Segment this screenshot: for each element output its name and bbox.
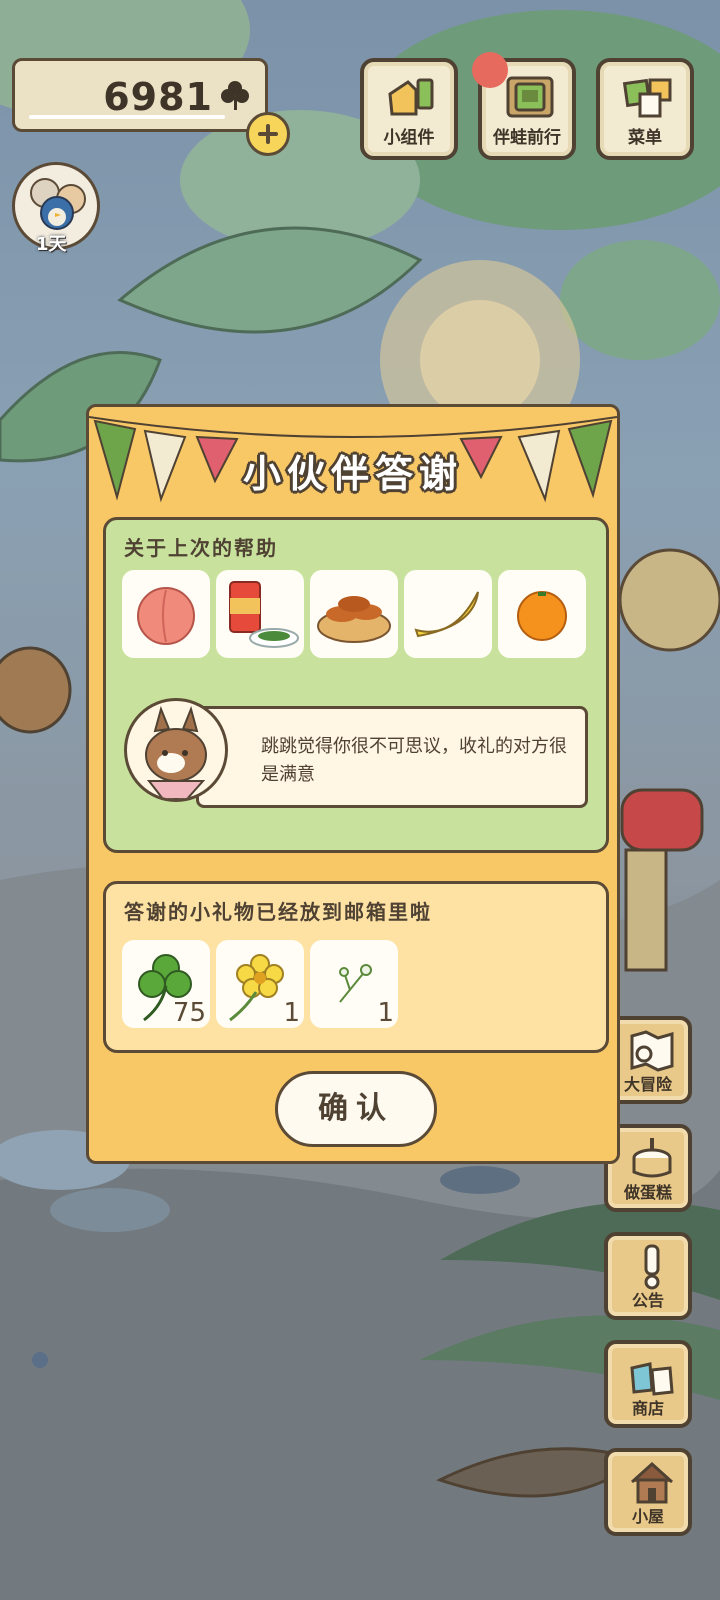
widget-icon: [388, 78, 434, 116]
house-icon: [630, 1461, 674, 1504]
gift-item-yellow-flower: 1: [216, 940, 304, 1028]
help-panel-title: 关于上次的帮助: [124, 536, 278, 560]
squirrel-portrait: [124, 698, 228, 802]
gift-item-clover: 75: [122, 940, 210, 1028]
notification-dot: [472, 52, 508, 88]
shop-label: 商店: [631, 1399, 664, 1418]
journal-label: 伴蛙前行: [493, 128, 561, 148]
peach-icon: [137, 587, 195, 645]
menu-label: 菜单: [628, 128, 662, 148]
notice-label: 公告: [631, 1291, 664, 1310]
thanks-dialog: 小伙伴答谢 关于上次的帮助 跳跳觉得你很不可思议，收礼的对方很是满意 答谢的小礼…: [86, 404, 620, 1164]
map-icon: [630, 1030, 674, 1072]
gift-qty: 1: [283, 998, 300, 1028]
orange-icon: [517, 591, 567, 641]
journal-icon: [506, 76, 554, 118]
gift-qty: 75: [172, 998, 206, 1028]
gift-panel: 答谢的小礼物已经放到邮箱里啦 75 1 1: [103, 881, 609, 1053]
add-clover-button[interactable]: [246, 112, 290, 156]
squirrel-icon: [145, 705, 207, 799]
adventure-label: 大冒险: [623, 1075, 672, 1094]
widget-button[interactable]: 小组件: [360, 58, 458, 160]
clover-count: 6981: [103, 75, 213, 119]
food-item-peach: [122, 570, 210, 658]
food-item-pastry: [310, 570, 398, 658]
message-bubble: 跳跳觉得你很不可思议，收礼的对方很是满意: [196, 706, 588, 808]
gift-qty: 1: [377, 998, 394, 1028]
fried-dough-icon: [317, 596, 391, 643]
cake-icon: [632, 1138, 672, 1178]
message-text: 跳跳觉得你很不可思议，收礼的对方很是满意: [261, 736, 567, 785]
clover-icon: [221, 81, 249, 110]
confirm-button[interactable]: 确认: [275, 1071, 437, 1147]
exclamation-icon: [644, 1244, 660, 1290]
menu-button[interactable]: 菜单: [596, 58, 694, 160]
day-count-label: 1天: [36, 234, 67, 255]
shop-button[interactable]: 商店: [604, 1340, 692, 1428]
food-item-banana: [404, 570, 492, 658]
house-button[interactable]: 小屋: [604, 1448, 692, 1536]
gift-item-white-flower: 1: [310, 940, 398, 1028]
food-item-can: [216, 570, 304, 658]
dialog-title: 小伙伴答谢: [242, 452, 463, 496]
notice-button[interactable]: 公告: [604, 1232, 692, 1320]
counter-underline: [29, 115, 225, 119]
banana-icon: [414, 591, 479, 638]
widget-label: 小组件: [383, 128, 435, 148]
canned-food-icon: [229, 581, 299, 648]
menu-cards-icon: [622, 78, 672, 118]
gift-panel-title: 答谢的小礼物已经放到邮箱里啦: [124, 900, 432, 924]
help-panel: 关于上次的帮助 跳跳觉得你很不可思议，收礼的对方很是满意: [103, 517, 609, 853]
cake-label: 做蛋糕: [623, 1183, 672, 1202]
clover-counter: 6981: [12, 58, 268, 132]
food-item-orange: [498, 570, 586, 658]
bags-icon: [630, 1362, 674, 1396]
house-label: 小屋: [631, 1507, 664, 1526]
